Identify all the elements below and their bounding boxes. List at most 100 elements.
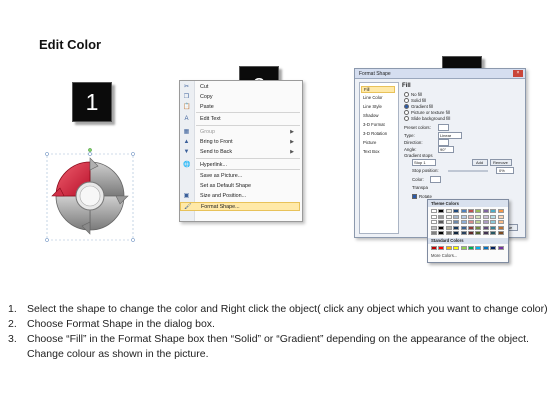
theme-color-swatch[interactable] <box>453 225 460 230</box>
theme-color-swatch[interactable] <box>497 209 504 213</box>
theme-color-swatch[interactable] <box>468 225 474 230</box>
theme-color-swatch[interactable] <box>468 214 474 219</box>
nav-item-picture[interactable]: Picture <box>363 140 376 145</box>
stop-dropdown[interactable]: Stop 1 <box>412 159 436 166</box>
standard-color-swatch[interactable] <box>475 246 482 250</box>
menu-item-bring-to-front[interactable]: ▲ Bring to Front ▶ <box>180 138 300 147</box>
menu-item-size-and-position[interactable]: ▣ Size and Position... <box>180 192 300 201</box>
color-dropdown[interactable] <box>430 176 441 183</box>
standard-color-swatch[interactable] <box>438 246 445 250</box>
theme-color-swatch[interactable] <box>475 209 482 213</box>
menu-item-paste[interactable]: 📋 Paste <box>180 103 300 112</box>
menu-item-hyperlink[interactable]: 🌐 Hyperlink... <box>180 161 300 170</box>
stop-position-slider[interactable] <box>448 170 488 172</box>
standard-color-swatch[interactable] <box>482 246 489 250</box>
theme-color-swatch[interactable] <box>460 225 467 230</box>
menu-item-format-shape[interactable]: 🖌 Format Shape... <box>180 202 300 211</box>
theme-color-swatch[interactable] <box>445 231 452 236</box>
fill-option-radio[interactable]: Picture or texture fill <box>404 110 450 116</box>
angle-input[interactable]: 90° <box>438 146 454 153</box>
theme-color-swatch[interactable] <box>453 220 460 225</box>
more-colors-link[interactable]: More Colors... <box>431 253 457 258</box>
theme-color-swatch[interactable] <box>497 231 504 236</box>
theme-color-swatch[interactable] <box>482 209 489 213</box>
theme-color-swatch[interactable] <box>438 209 445 213</box>
circular-arrows-shape[interactable] <box>40 146 140 246</box>
fill-option-radio[interactable]: No fill <box>404 92 422 98</box>
theme-color-swatch[interactable] <box>460 209 467 213</box>
theme-color-swatch[interactable] <box>497 225 504 230</box>
nav-item-3-d-format[interactable]: 3-D Format <box>363 122 385 127</box>
theme-color-swatch[interactable] <box>453 231 460 236</box>
theme-color-swatch[interactable] <box>468 209 474 213</box>
theme-color-swatch[interactable] <box>468 231 474 236</box>
theme-color-swatch[interactable] <box>431 225 437 230</box>
theme-color-swatch[interactable] <box>490 214 497 219</box>
fill-option-radio[interactable]: Solid fill <box>404 98 426 104</box>
standard-color-swatch[interactable] <box>453 246 460 250</box>
type-dropdown[interactable]: Linear <box>438 132 462 139</box>
fill-option-radio[interactable]: Gradient fill <box>404 104 433 110</box>
fill-option-radio[interactable]: Slide background fill <box>404 116 450 122</box>
standard-color-swatch[interactable] <box>460 246 467 250</box>
standard-color-swatch[interactable] <box>497 246 504 250</box>
theme-color-swatch[interactable] <box>438 220 445 225</box>
theme-color-swatch[interactable] <box>497 214 504 219</box>
theme-color-swatch[interactable] <box>453 214 460 219</box>
standard-color-swatch[interactable] <box>490 246 497 250</box>
nav-item-shadow[interactable]: Shadow <box>363 113 379 118</box>
menu-item-set-as-default-shape[interactable]: Set as Default Shape <box>180 182 300 191</box>
theme-color-swatch[interactable] <box>445 209 452 213</box>
theme-color-swatch[interactable] <box>431 231 437 236</box>
close-icon[interactable]: × <box>513 70 523 77</box>
theme-color-swatch[interactable] <box>438 214 445 219</box>
add-stop-button[interactable]: Add <box>472 159 488 166</box>
theme-color-swatch[interactable] <box>445 214 452 219</box>
theme-color-swatch[interactable] <box>475 220 482 225</box>
menu-item-edit-text[interactable]: A Edit Text <box>180 115 300 124</box>
theme-color-swatch[interactable] <box>460 220 467 225</box>
theme-color-swatch[interactable] <box>445 220 452 225</box>
menu-item-send-to-back[interactable]: ▼ Send to Back ▶ <box>180 148 300 157</box>
standard-color-swatch[interactable] <box>431 246 437 250</box>
theme-color-swatch[interactable] <box>460 214 467 219</box>
theme-color-swatch[interactable] <box>468 220 474 225</box>
theme-color-swatch[interactable] <box>431 220 437 225</box>
theme-color-swatch[interactable] <box>482 214 489 219</box>
theme-color-swatch[interactable] <box>438 225 445 230</box>
menu-item-save-as-picture[interactable]: Save as Picture... <box>180 172 300 181</box>
theme-color-swatch[interactable] <box>490 231 497 236</box>
theme-color-swatch[interactable] <box>497 220 504 225</box>
angle-value: 90° <box>440 147 447 152</box>
stop-position-input[interactable]: 0% <box>496 167 514 174</box>
theme-color-swatch[interactable] <box>445 225 452 230</box>
menu-item-group[interactable]: ▦ Group ▶ <box>180 128 300 137</box>
standard-color-swatch[interactable] <box>445 246 452 250</box>
theme-color-swatch[interactable] <box>482 220 489 225</box>
theme-color-swatch[interactable] <box>482 225 489 230</box>
theme-color-swatch[interactable] <box>475 214 482 219</box>
nav-item-3-d-rotation[interactable]: 3-D Rotation <box>363 131 387 136</box>
direction-dropdown[interactable] <box>438 139 449 146</box>
theme-color-swatch[interactable] <box>475 231 482 236</box>
theme-color-swatch[interactable] <box>460 231 467 236</box>
preset-colors-dropdown[interactable] <box>438 124 449 131</box>
nav-item-line-color[interactable]: Line Color <box>363 95 383 100</box>
theme-color-swatch[interactable] <box>490 220 497 225</box>
remove-stop-button[interactable]: Remove <box>490 159 512 166</box>
theme-color-swatch[interactable] <box>431 214 437 219</box>
theme-color-swatch[interactable] <box>490 209 497 213</box>
theme-color-swatch[interactable] <box>482 231 489 236</box>
theme-color-swatch[interactable] <box>490 225 497 230</box>
nav-item-fill[interactable]: Fill <box>361 86 395 93</box>
theme-color-swatch[interactable] <box>438 231 445 236</box>
nav-item-text-box[interactable]: Text Box <box>363 149 379 154</box>
theme-color-swatch[interactable] <box>453 209 460 213</box>
standard-color-swatch[interactable] <box>468 246 474 250</box>
theme-color-swatch[interactable] <box>475 225 482 230</box>
nav-item-line-style[interactable]: Line Style <box>363 104 382 109</box>
menu-item-copy[interactable]: ❐ Copy <box>180 93 300 102</box>
theme-color-swatch[interactable] <box>431 209 437 213</box>
menu-item-cut[interactable]: ✂ Cut <box>180 83 300 92</box>
copy-icon: ❐ <box>183 94 190 100</box>
